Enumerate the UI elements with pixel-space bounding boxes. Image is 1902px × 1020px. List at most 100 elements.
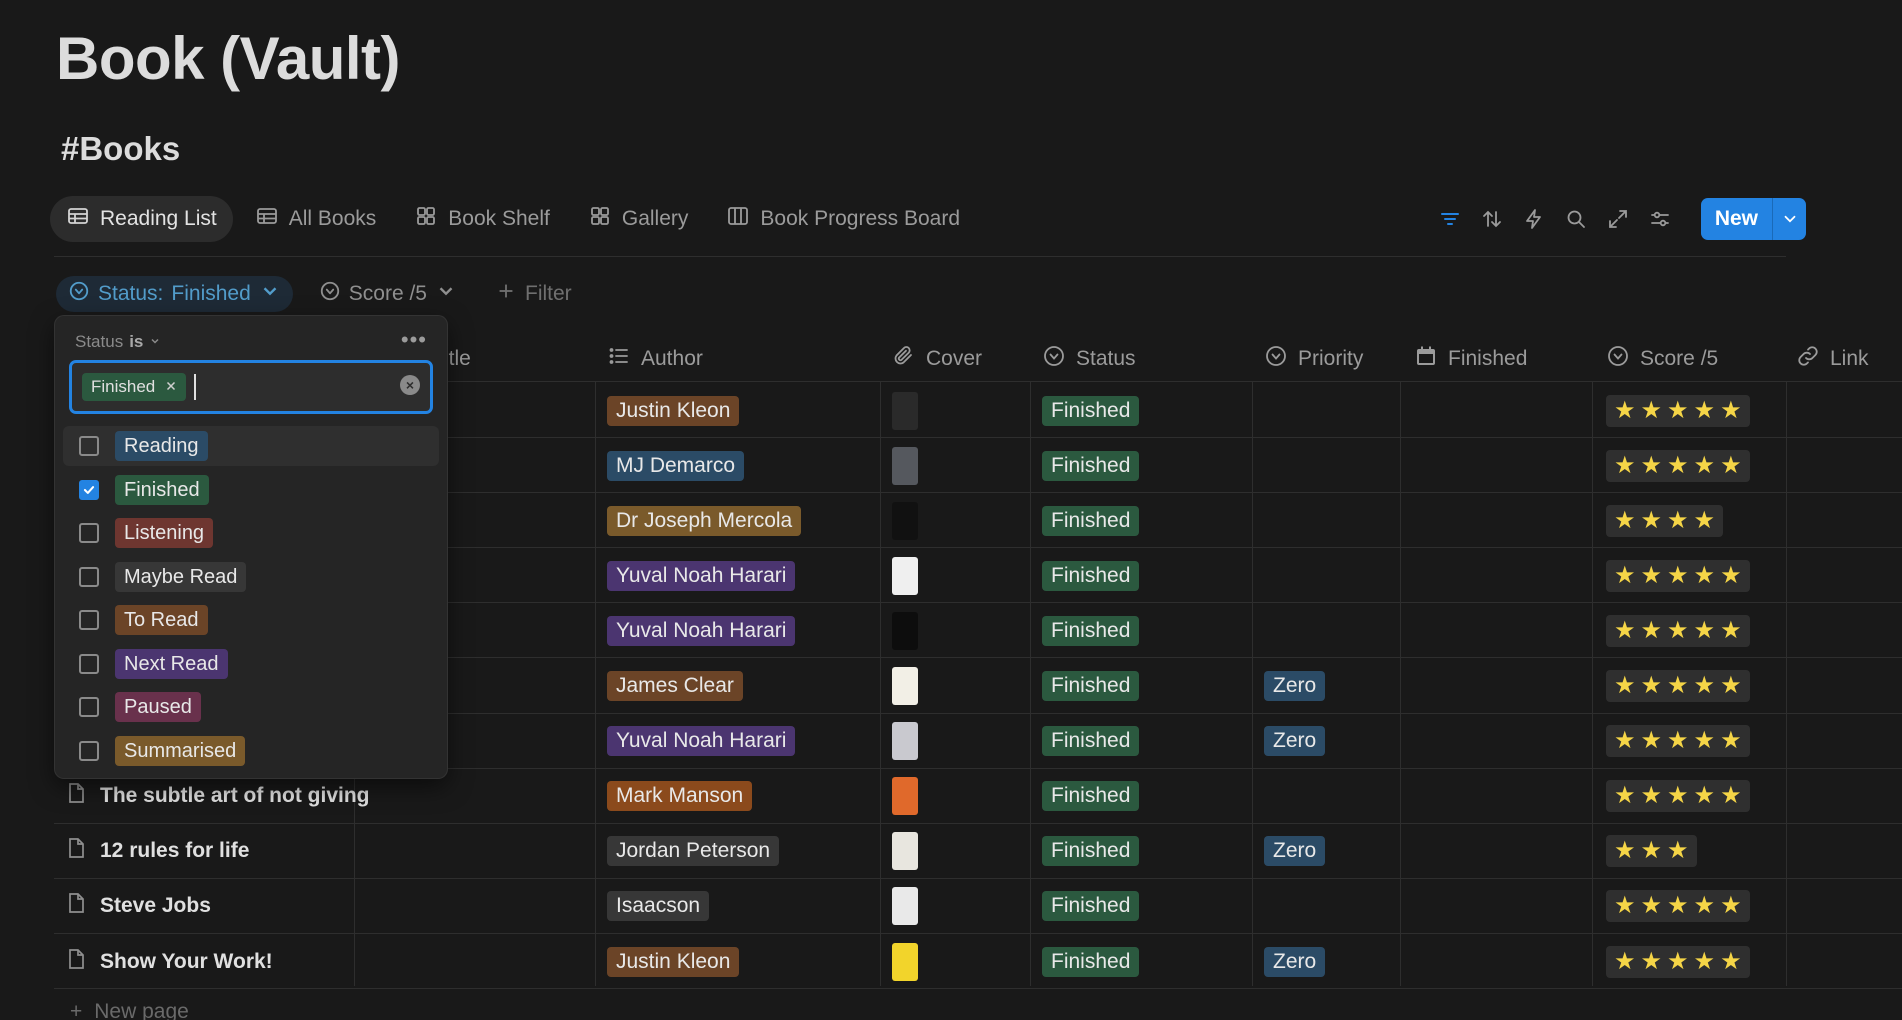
score-cell[interactable]: ★ ★ ★ ★ ★ — [1606, 659, 1750, 714]
status-cell[interactable]: Finished — [1042, 879, 1140, 934]
column-header-title[interactable]: itle — [444, 336, 471, 382]
status-cell[interactable]: Finished — [1042, 934, 1140, 989]
author-cell[interactable]: Yuval Noah Harari — [607, 548, 796, 603]
name-cell[interactable]: 12 rules for life — [64, 824, 249, 879]
cover-cell[interactable] — [892, 603, 918, 658]
cover-cell[interactable] — [892, 493, 918, 548]
priority-cell[interactable]: Zero — [1264, 824, 1326, 879]
author-cell[interactable]: Justin Kleon — [607, 383, 740, 438]
cover-cell[interactable] — [892, 879, 918, 934]
status-cell[interactable]: Finished — [1042, 824, 1140, 879]
name-cell[interactable]: Steve Jobs — [64, 879, 211, 934]
tab-all-books[interactable]: All Books — [239, 196, 393, 242]
filter-icon[interactable] — [1437, 206, 1463, 232]
cover-cell[interactable] — [892, 438, 918, 493]
cover-thumbnail[interactable] — [892, 611, 918, 650]
column-header-score[interactable]: Score /5 — [1606, 336, 1718, 382]
score-cell[interactable]: ★ ★ ★ ★ ★ — [1606, 714, 1750, 769]
checkbox[interactable] — [79, 697, 99, 717]
table-row[interactable]: Steve Jobs Isaacson Finished ★ ★ ★ ★ ★ — [54, 879, 1902, 934]
tab-book-shelf[interactable]: Book Shelf — [398, 196, 566, 242]
column-header-finished[interactable]: Finished — [1414, 336, 1527, 382]
cover-thumbnail[interactable] — [892, 391, 918, 430]
clear-icon[interactable]: × — [400, 375, 420, 395]
author-cell[interactable]: James Clear — [607, 659, 743, 714]
table-row[interactable]: Show Your Work! Justin Kleon Finished Ze… — [54, 934, 1902, 989]
author-cell[interactable]: Yuval Noah Harari — [607, 714, 796, 769]
priority-cell[interactable]: Zero — [1264, 714, 1326, 769]
status-cell[interactable]: Finished — [1042, 769, 1140, 824]
status-cell[interactable]: Finished — [1042, 548, 1140, 603]
cover-thumbnail[interactable] — [892, 777, 918, 816]
cover-thumbnail[interactable] — [892, 887, 918, 926]
author-cell[interactable]: Justin Kleon — [607, 934, 740, 989]
author-cell[interactable]: MJ Demarco — [607, 438, 745, 493]
status-cell[interactable]: Finished — [1042, 493, 1140, 548]
score-cell[interactable]: ★ ★ ★ ★ ★ — [1606, 603, 1750, 658]
column-header-link[interactable]: Link — [1796, 336, 1869, 382]
new-button[interactable]: New — [1700, 198, 1806, 240]
selected-option-chip[interactable]: Finished — [82, 373, 187, 401]
cover-thumbnail[interactable] — [892, 446, 918, 485]
option-item[interactable]: Next Read — [63, 644, 439, 684]
option-item[interactable]: Summarised — [63, 731, 439, 771]
priority-cell[interactable]: Zero — [1264, 934, 1326, 989]
filter-search-input[interactable]: Finished × — [69, 360, 433, 414]
checkbox[interactable] — [79, 653, 99, 674]
automation-icon[interactable] — [1521, 206, 1547, 232]
status-cell[interactable]: Finished — [1042, 603, 1140, 658]
status-cell[interactable]: Finished — [1042, 383, 1140, 438]
chevron-down-icon[interactable] — [1772, 198, 1806, 240]
expand-icon[interactable] — [1605, 206, 1631, 232]
add-filter-button[interactable]: Filter — [483, 276, 584, 312]
option-item[interactable]: Paused — [63, 687, 439, 727]
table-row[interactable]: 12 rules for life Jordan Peterson Finish… — [54, 824, 1902, 879]
database-title[interactable]: #Books — [61, 130, 180, 168]
column-header-cover[interactable]: Cover — [892, 336, 982, 382]
score-cell[interactable]: ★ ★ ★ ★ ★ — [1606, 934, 1750, 989]
cover-thumbnail[interactable] — [892, 501, 918, 540]
cover-cell[interactable] — [892, 934, 918, 989]
score-cell[interactable]: ★ ★ ★ ★ ★ — [1606, 769, 1750, 824]
score-cell[interactable]: ★ ★ ★ ★ ★ — [1606, 438, 1750, 493]
checkbox[interactable] — [79, 610, 99, 630]
score-cell[interactable]: ★ ★ ★ ★ ★ — [1606, 548, 1750, 603]
status-cell[interactable]: Finished — [1042, 714, 1140, 769]
score-cell[interactable]: ★ ★ ★ — [1606, 824, 1697, 879]
score-filter-chip[interactable]: Score /5 — [307, 276, 469, 312]
status-filter-chip[interactable]: Status: Finished — [56, 276, 293, 312]
sort-icon[interactable] — [1479, 206, 1505, 232]
tab-reading-list[interactable]: Reading List — [50, 196, 233, 242]
cover-thumbnail[interactable] — [892, 942, 918, 981]
checkbox-checked[interactable] — [79, 479, 99, 500]
checkbox[interactable] — [79, 436, 99, 456]
tab-gallery[interactable]: Gallery — [572, 196, 705, 242]
cover-thumbnail[interactable] — [892, 667, 918, 705]
cover-cell[interactable] — [892, 769, 918, 824]
priority-cell[interactable]: Zero — [1264, 659, 1326, 714]
column-header-priority[interactable]: Priority — [1264, 336, 1363, 382]
option-item[interactable]: Listening — [63, 513, 439, 553]
author-cell[interactable]: Jordan Peterson — [607, 824, 780, 879]
author-cell[interactable]: Isaacson — [607, 879, 710, 934]
settings-icon[interactable] — [1647, 206, 1673, 232]
more-options-icon[interactable]: ••• — [401, 329, 427, 351]
status-cell[interactable]: Finished — [1042, 438, 1140, 493]
option-item[interactable]: Finished — [63, 470, 439, 510]
cover-thumbnail[interactable] — [892, 832, 918, 871]
author-cell[interactable]: Dr Joseph Mercola — [607, 493, 802, 548]
new-page-button[interactable]: + New page — [70, 1000, 189, 1020]
score-cell[interactable]: ★ ★ ★ ★ ★ — [1606, 383, 1750, 438]
checkbox[interactable] — [79, 740, 99, 761]
option-item[interactable]: Maybe Read — [63, 557, 439, 597]
cover-cell[interactable] — [892, 714, 918, 769]
new-button-label[interactable]: New — [1700, 198, 1772, 240]
checkbox[interactable] — [79, 523, 99, 543]
cover-cell[interactable] — [892, 548, 918, 603]
name-cell[interactable]: Show Your Work! — [64, 934, 273, 989]
cover-thumbnail[interactable] — [892, 722, 918, 761]
status-cell[interactable]: Finished — [1042, 659, 1140, 714]
author-cell[interactable]: Yuval Noah Harari — [607, 603, 796, 658]
option-item[interactable]: Reading — [63, 426, 439, 466]
column-header-author[interactable]: Author — [607, 336, 703, 382]
